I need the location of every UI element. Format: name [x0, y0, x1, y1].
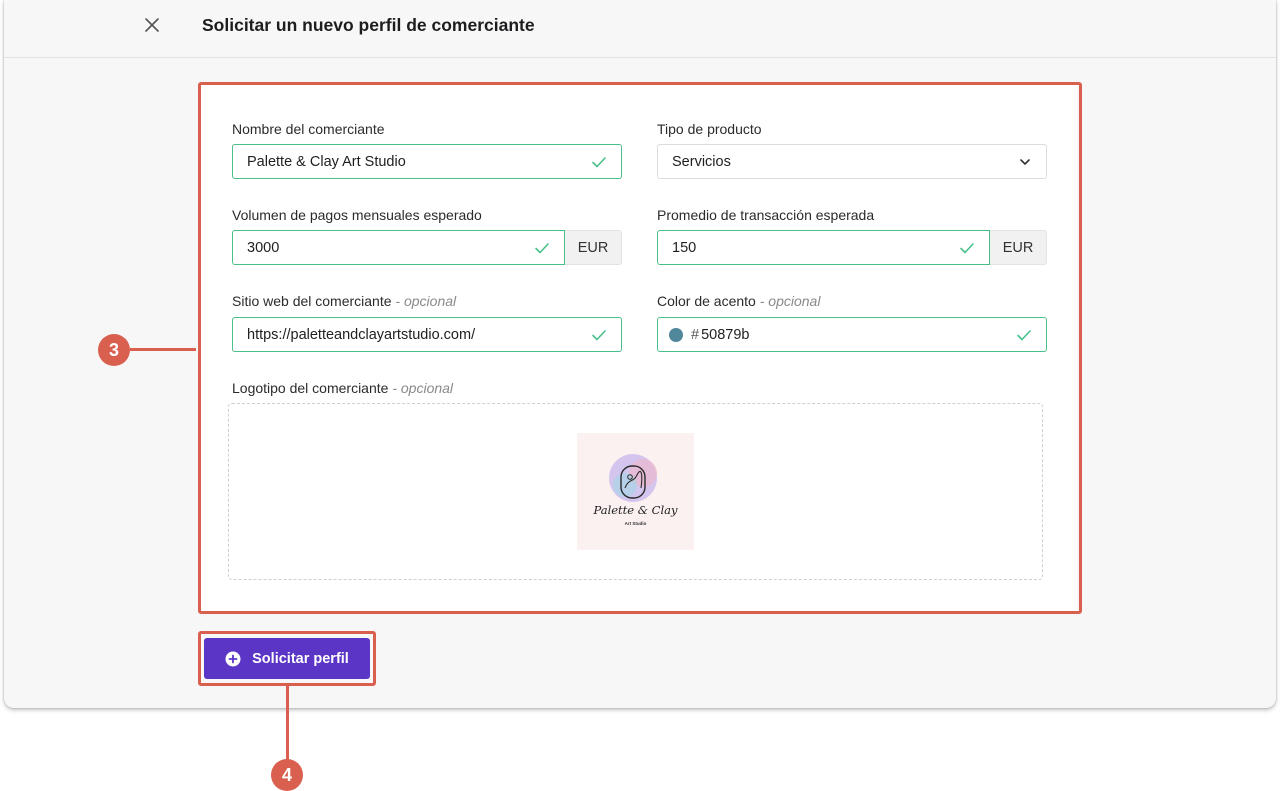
avg-transaction-label: Promedio de transacción esperada: [657, 207, 875, 223]
modal-header: Solicitar un nuevo perfil de comerciante: [4, 0, 1276, 58]
plus-circle-icon: [225, 651, 241, 666]
annotation-marker-3: 3: [98, 334, 130, 366]
website-label: Sitio web del comerciante - opcional: [232, 293, 457, 309]
close-button[interactable]: [141, 14, 163, 36]
monthly-volume-input[interactable]: 3000: [232, 230, 565, 265]
check-icon: [535, 243, 549, 254]
avg-transaction-value: 150: [672, 239, 697, 256]
merchant-name-input[interactable]: Palette & Clay Art Studio: [232, 144, 622, 179]
avg-transaction-input[interactable]: 150: [657, 230, 990, 265]
currency-suffix: EUR: [990, 230, 1047, 265]
close-icon: [145, 18, 159, 32]
annotation-leader-line: [130, 348, 196, 351]
logo-label: Logotipo del comerciante - opcional: [232, 380, 454, 396]
product-type-label: Tipo de producto: [657, 121, 762, 137]
accent-color-label: Color de acento - opcional: [657, 293, 821, 309]
page-title: Solicitar un nuevo perfil de comerciante: [202, 15, 535, 35]
check-icon: [960, 243, 974, 254]
check-icon: [592, 157, 606, 168]
currency-suffix: EUR: [565, 230, 622, 265]
logo-wordmark: Palette & Clay: [593, 503, 678, 517]
chevron-down-icon: [1020, 159, 1030, 165]
annotation-marker-4: 4: [271, 759, 303, 791]
logo-subtext: Art Studio: [624, 521, 647, 526]
request-profile-button[interactable]: Solicitar perfil: [204, 638, 370, 679]
monthly-volume-label: Volumen de pagos mensuales esperado: [232, 207, 482, 223]
merchant-name-label: Nombre del comerciante: [232, 121, 385, 137]
annotation-leader-line: [286, 686, 289, 762]
merchant-logo-image: Palette & Clay Art Studio: [577, 433, 694, 550]
product-type-select[interactable]: Servicios: [657, 144, 1047, 179]
check-icon: [592, 330, 606, 341]
accent-color-value: 50879b: [701, 326, 750, 343]
check-icon: [1017, 330, 1031, 341]
color-swatch[interactable]: [669, 327, 683, 342]
request-profile-label: Solicitar perfil: [252, 650, 349, 667]
accent-color-input[interactable]: # 50879b: [657, 317, 1047, 352]
merchant-name-value: Palette & Clay Art Studio: [247, 153, 406, 170]
palette-logo-icon: [609, 454, 657, 502]
logo-dropzone[interactable]: Palette & Clay Art Studio: [228, 403, 1043, 580]
hash-prefix: #: [691, 326, 700, 343]
product-type-value: Servicios: [672, 153, 731, 170]
website-value: https://paletteandclayartstudio.com/: [247, 326, 476, 343]
monthly-volume-value: 3000: [247, 239, 280, 256]
website-input[interactable]: https://paletteandclayartstudio.com/: [232, 317, 622, 352]
